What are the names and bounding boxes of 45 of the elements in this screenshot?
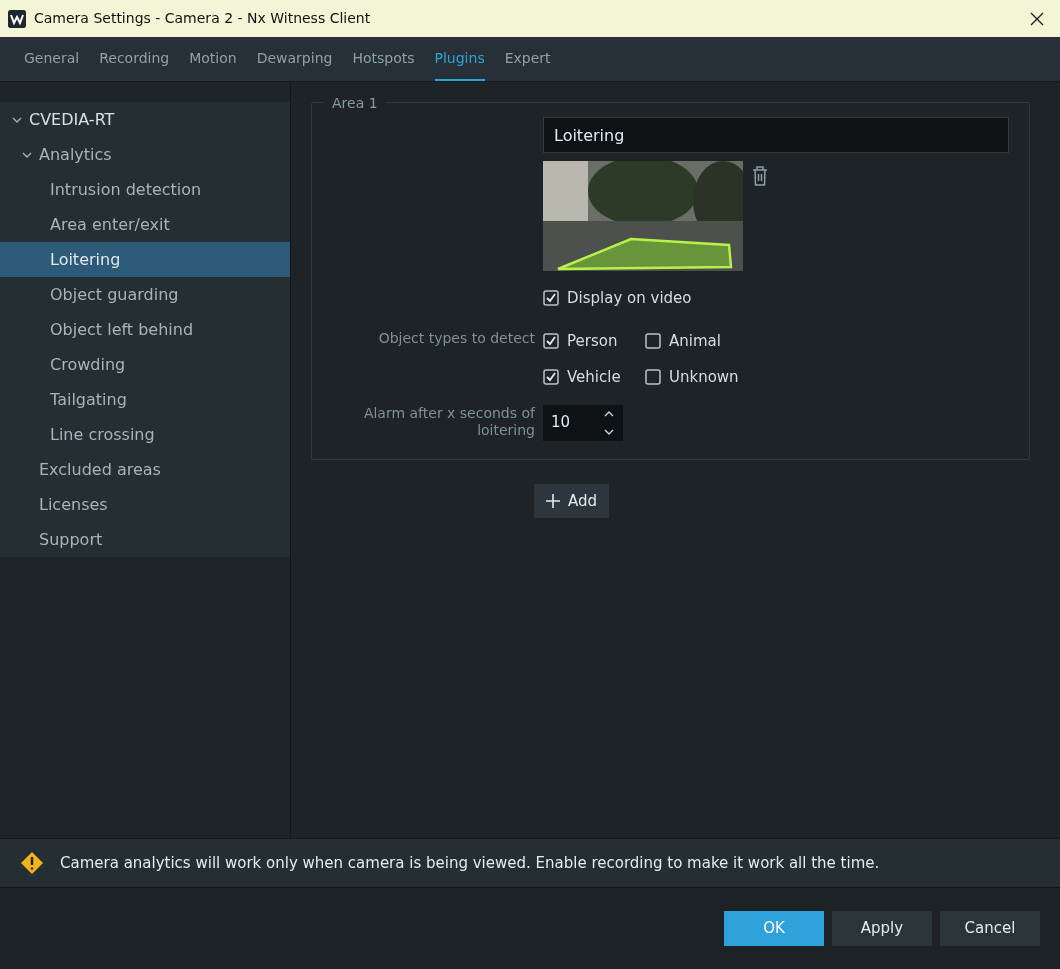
tree-item[interactable]: Loitering	[0, 242, 290, 277]
checkbox[interactable]	[645, 369, 661, 386]
seconds-value: 10	[551, 412, 571, 434]
close-icon[interactable]	[1030, 11, 1044, 26]
checkbox[interactable]	[543, 332, 559, 349]
checkbox[interactable]	[645, 332, 661, 349]
checkbox[interactable]	[543, 369, 559, 386]
tree-item[interactable]: Analytics	[0, 137, 290, 172]
dialog-button[interactable]: Cancel	[940, 911, 1040, 946]
checkbox-label: Unknown	[669, 367, 739, 388]
tab[interactable]: Recording	[99, 35, 170, 81]
checkbox[interactable]	[543, 290, 559, 307]
tab[interactable]: Expert	[504, 35, 551, 81]
tree-item[interactable]: Excluded areas	[0, 452, 290, 487]
tab[interactable]: General	[24, 35, 80, 81]
tree-item[interactable]: Object guarding	[0, 277, 290, 312]
tree-item[interactable]: CVEDIA-RT	[0, 102, 290, 137]
tree-item[interactable]: Support	[0, 522, 290, 557]
tab[interactable]: Dewarping	[256, 35, 333, 81]
tree-item[interactable]: Area enter/exit	[0, 207, 290, 242]
tree-item[interactable]: Tailgating	[0, 382, 290, 417]
tab[interactable]: Plugins	[434, 35, 485, 81]
alarm-label: Alarm after x seconds of loitering	[362, 404, 535, 440]
checkbox-label: Display on video	[567, 288, 692, 309]
area-name-field[interactable]: Loitering	[543, 117, 1009, 153]
tree-item[interactable]: Licenses	[0, 487, 290, 522]
app-logo-icon	[8, 9, 26, 28]
checkbox-label: Vehicle	[567, 367, 621, 388]
warning-icon	[20, 851, 44, 875]
seconds-spinbox[interactable]: 10	[543, 404, 623, 441]
plus-icon	[546, 493, 560, 508]
dialog-button[interactable]: Apply	[832, 911, 932, 946]
tree-item[interactable]: Intrusion detection	[0, 172, 290, 207]
tab[interactable]: Hotspots	[352, 35, 415, 81]
add-button[interactable]: Add	[534, 483, 610, 518]
tab[interactable]: Motion	[189, 35, 237, 81]
checkbox-label: Animal	[669, 330, 721, 352]
window-title: Camera Settings - Camera 2 - Nx Witness Client	[34, 9, 371, 28]
tree-item[interactable]: Object left behind	[0, 312, 290, 347]
tree-item[interactable]: Line crossing	[0, 417, 290, 452]
warning-text: Camera analytics will work only when camera is being viewed. Enable recording to make it work all the time.	[60, 852, 880, 874]
tree-item[interactable]: Crowding	[0, 347, 290, 382]
object-types-label: Object types to detect	[377, 328, 535, 348]
checkbox-label: Person	[567, 330, 618, 352]
trash-icon[interactable]	[751, 165, 769, 187]
